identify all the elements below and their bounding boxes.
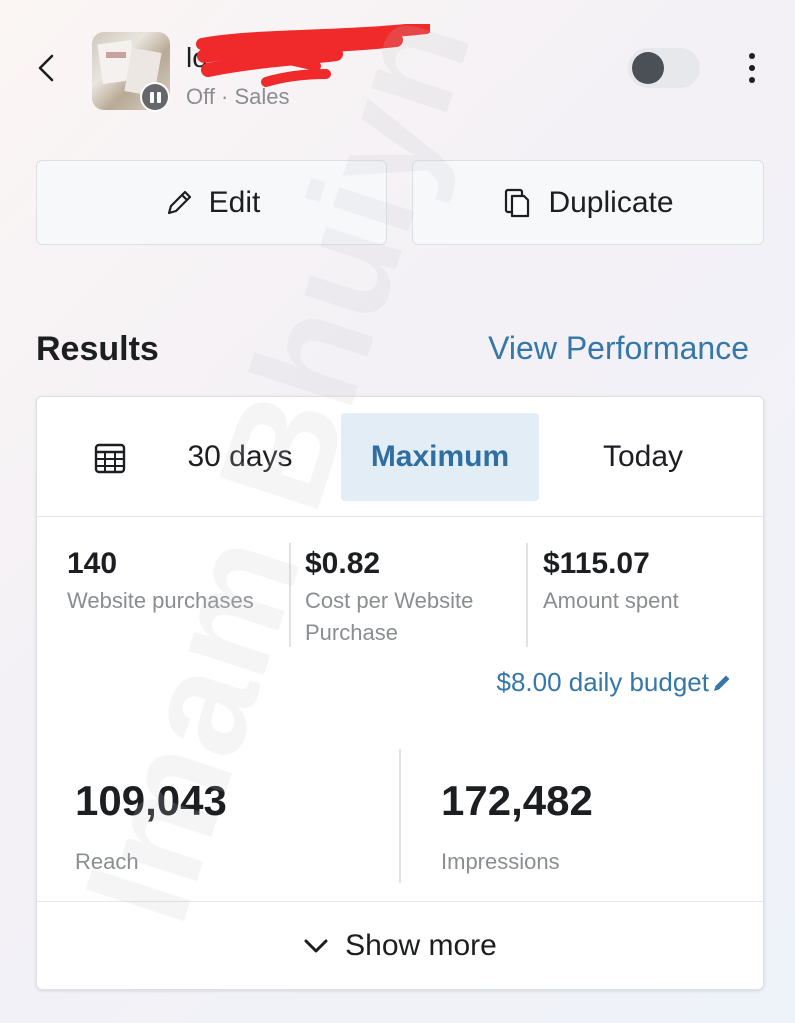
metric-value: 172,482 [441,777,593,824]
chevron-left-icon [38,54,54,82]
show-more-button[interactable]: Show more [37,901,763,989]
edit-label: Edit [208,185,261,219]
metric-value: 109,043 [75,777,227,824]
metric-value: $0.82 [305,547,381,580]
campaign-toggle[interactable] [628,48,700,88]
metric-amount-spent: $115.07 Amount spent [543,547,743,617]
range-30-days[interactable]: 30 days [165,413,315,501]
metric-reach: 109,043 Reach [75,777,227,875]
show-more-label: Show more [345,928,497,962]
metric-label: Cost per Website Purchase [305,588,474,645]
calendar-icon[interactable] [93,441,127,475]
range-maximum[interactable]: Maximum [341,413,539,501]
divider [399,749,401,883]
pencil-icon [167,190,191,214]
daily-budget-link[interactable]: $8.00 daily budget [496,667,733,698]
metric-value: $115.07 [543,547,650,580]
pause-icon [142,84,168,110]
edit-button[interactable]: Edit [36,160,387,245]
budget-text: $8.00 daily budget [496,667,709,697]
more-options-button[interactable] [736,46,768,90]
pencil-icon [714,675,730,691]
paused-badge [140,82,170,112]
results-card: 30 days Maximum Today 140 Website purcha… [36,396,764,990]
metric-cost-per-purchase: $0.82 Cost per Website Purchase [305,547,515,649]
metric-label: Impressions [441,849,560,874]
divider [526,543,528,647]
duplicate-label: Duplicate [548,185,674,219]
range-today[interactable]: Today [563,413,723,501]
metric-impressions: 172,482 Impressions [441,777,593,875]
view-performance-link[interactable]: View Performance [488,330,749,367]
metric-label: Reach [75,849,139,874]
campaign-header: lo Off · Sales [0,0,795,140]
duplicate-icon [505,188,530,217]
back-button[interactable] [28,44,64,92]
date-range-selector: 30 days Maximum Today [37,397,763,517]
results-heading: Results [36,330,159,368]
divider [289,543,291,647]
metric-value: 140 [67,547,118,580]
duplicate-button[interactable]: Duplicate [412,160,764,245]
metric-website-purchases: 140 Website purchases [67,547,287,617]
metric-label: Website purchases [67,588,254,613]
more-dots-icon [749,53,755,59]
campaign-status: Off · Sales [186,84,290,109]
chevron-down-icon [304,939,328,952]
metric-label: Amount spent [543,588,679,613]
